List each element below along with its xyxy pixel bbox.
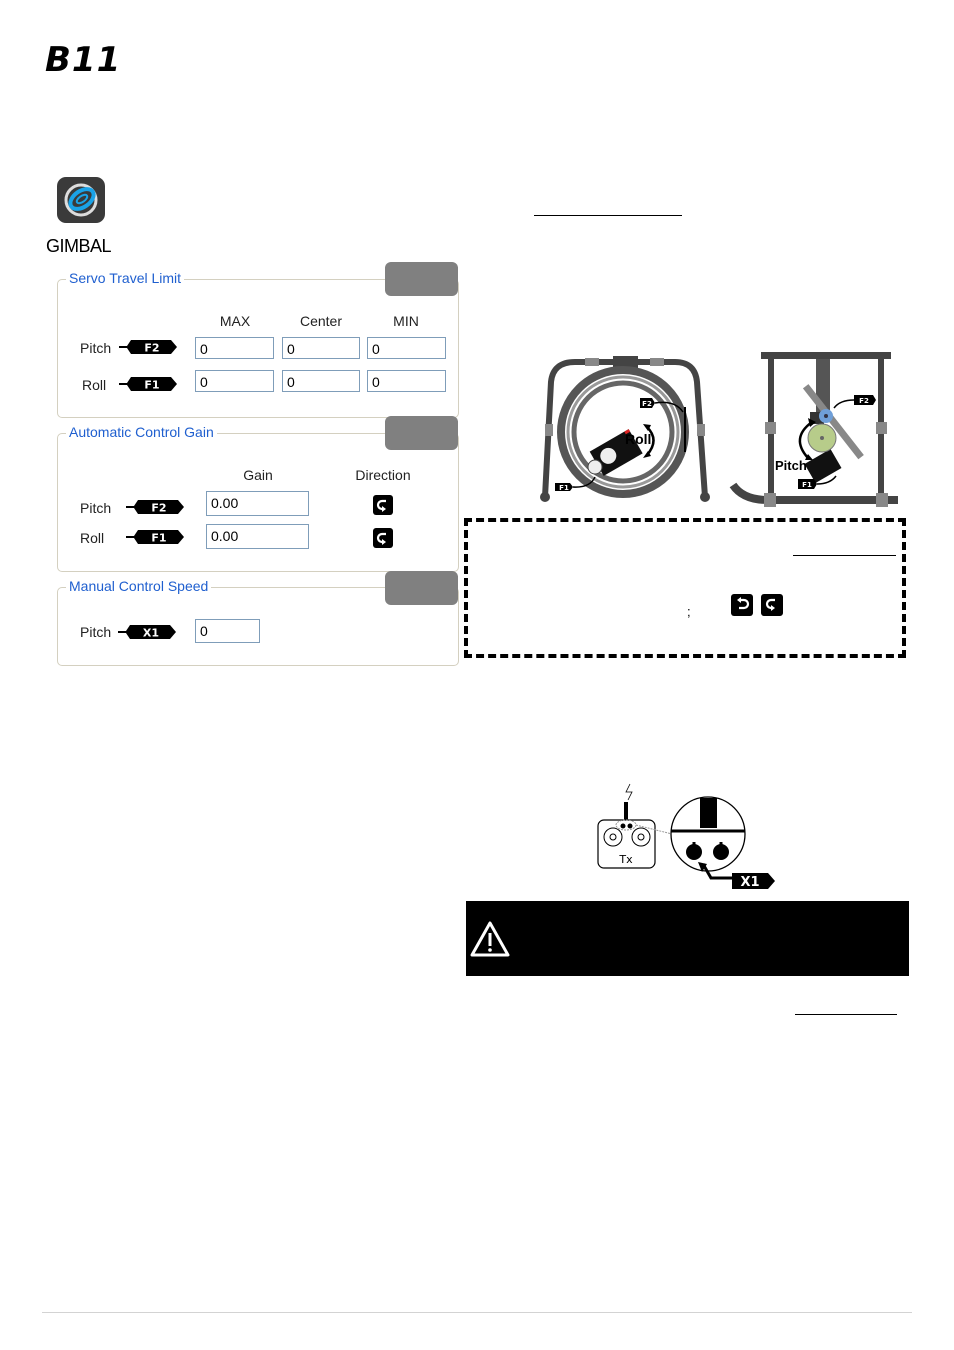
pitch-center-input[interactable]: 0 xyxy=(282,337,360,359)
channel-tag-f1: F1 xyxy=(119,377,177,392)
tag-text: F1 xyxy=(144,379,159,392)
pitch-speed-input[interactable]: 0 xyxy=(195,619,260,643)
counterclockwise-arrow-icon xyxy=(731,594,753,616)
pitch-direction-toggle[interactable] xyxy=(373,495,393,515)
panel-legend: Servo Travel Limit xyxy=(66,270,185,286)
tag-text: X1 xyxy=(143,627,159,640)
channel-tag-f2: F2 xyxy=(119,340,177,355)
clockwise-arrow-icon xyxy=(376,499,386,512)
note-box xyxy=(464,518,906,658)
tag-text: F1 xyxy=(802,481,812,489)
column-header-max: MAX xyxy=(219,313,251,329)
pitch-max-input[interactable]: 0 xyxy=(195,337,274,359)
text-underline xyxy=(534,215,682,216)
panel-tab-button[interactable] xyxy=(385,416,458,450)
clockwise-arrow-glyph xyxy=(765,598,775,611)
page-title: B11 xyxy=(45,40,122,80)
gimbal-app-icon[interactable] xyxy=(57,177,105,223)
warning-box xyxy=(466,901,909,976)
row-label-roll: Roll xyxy=(82,377,107,393)
pitch-min-input[interactable]: 0 xyxy=(367,337,446,359)
tag-text: X1 xyxy=(740,875,759,890)
roll-label: Roll xyxy=(625,431,651,447)
row-label-pitch: Pitch xyxy=(80,624,112,640)
tag-text: F2 xyxy=(151,502,166,515)
column-header-direction: Direction xyxy=(355,467,411,483)
pitch-gimbal-diagram: Pitch F2 F1 xyxy=(729,352,898,507)
row-label-pitch: Pitch xyxy=(80,340,112,356)
gimbal-logo-icon xyxy=(64,183,98,217)
roll-max-input[interactable]: 0 xyxy=(195,370,274,392)
pitch-gain-input[interactable]: 0.00 xyxy=(206,491,309,516)
text-underline xyxy=(793,555,896,556)
roll-min-input[interactable]: 0 xyxy=(367,370,446,392)
column-header-center: Center xyxy=(299,313,343,329)
clockwise-arrow-icon xyxy=(376,532,386,545)
counterclockwise-arrow-glyph xyxy=(737,597,750,610)
column-header-min: MIN xyxy=(393,313,419,329)
roll-center-input[interactable]: 0 xyxy=(282,370,360,392)
warning-triangle-icon xyxy=(470,921,510,957)
roll-gimbal-diagram: Roll F2 F1 xyxy=(540,356,710,502)
tag-text: F2 xyxy=(859,397,869,405)
text-underline xyxy=(795,1014,897,1015)
pitch-label: Pitch xyxy=(775,458,807,473)
tag-text: F2 xyxy=(642,400,652,408)
row-label-roll: Roll xyxy=(80,530,105,546)
channel-tag-f1: F1 xyxy=(126,530,184,545)
row-label-pitch: Pitch xyxy=(80,500,112,516)
roll-direction-toggle[interactable] xyxy=(373,528,393,548)
panel-legend: Manual Control Speed xyxy=(66,578,212,594)
panel-tab-button[interactable] xyxy=(385,571,458,605)
tag-text: F1 xyxy=(151,532,166,545)
panel-legend: Automatic Control Gain xyxy=(66,424,217,440)
clockwise-arrow-icon xyxy=(761,594,783,616)
app-label: GIMBAL xyxy=(46,236,112,256)
tag-text: F2 xyxy=(144,342,159,355)
footer-divider xyxy=(42,1312,912,1313)
tx-label: Tx xyxy=(618,853,633,866)
panel-tab-button[interactable] xyxy=(385,262,458,296)
channel-tag-f2: F2 xyxy=(126,500,184,515)
transmitter-diagram: Tx X1 xyxy=(597,783,775,890)
column-header-gain: Gain xyxy=(243,467,273,483)
separator-text: ; xyxy=(687,604,691,619)
channel-tag-x1: X1 xyxy=(118,625,176,640)
roll-gain-input[interactable]: 0.00 xyxy=(206,524,309,549)
tag-text: F1 xyxy=(559,484,569,492)
